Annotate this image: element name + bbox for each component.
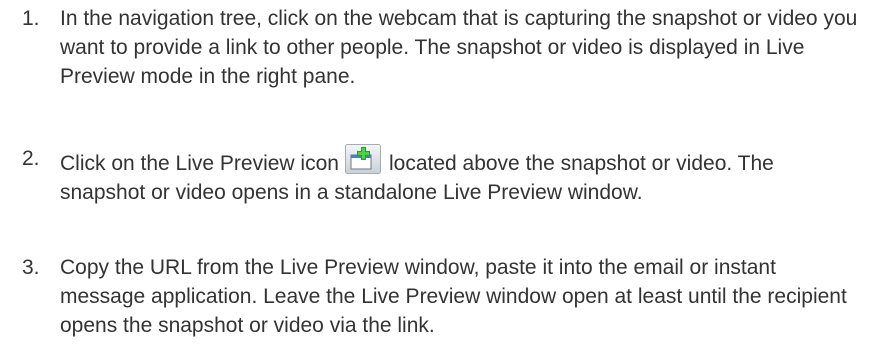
step-text: Click on the Live Preview icon located a… — [60, 144, 860, 207]
live-preview-icon — [344, 144, 381, 174]
step-text-before-icon: Click on the Live Preview icon — [60, 152, 339, 175]
step-number: 3. — [22, 256, 40, 279]
step-text: In the navigation tree, click on the web… — [60, 7, 858, 88]
step-number: 1. — [22, 7, 40, 30]
step-number: 2. — [22, 147, 40, 170]
step-text: Copy the URL from the Live Preview windo… — [60, 256, 847, 337]
